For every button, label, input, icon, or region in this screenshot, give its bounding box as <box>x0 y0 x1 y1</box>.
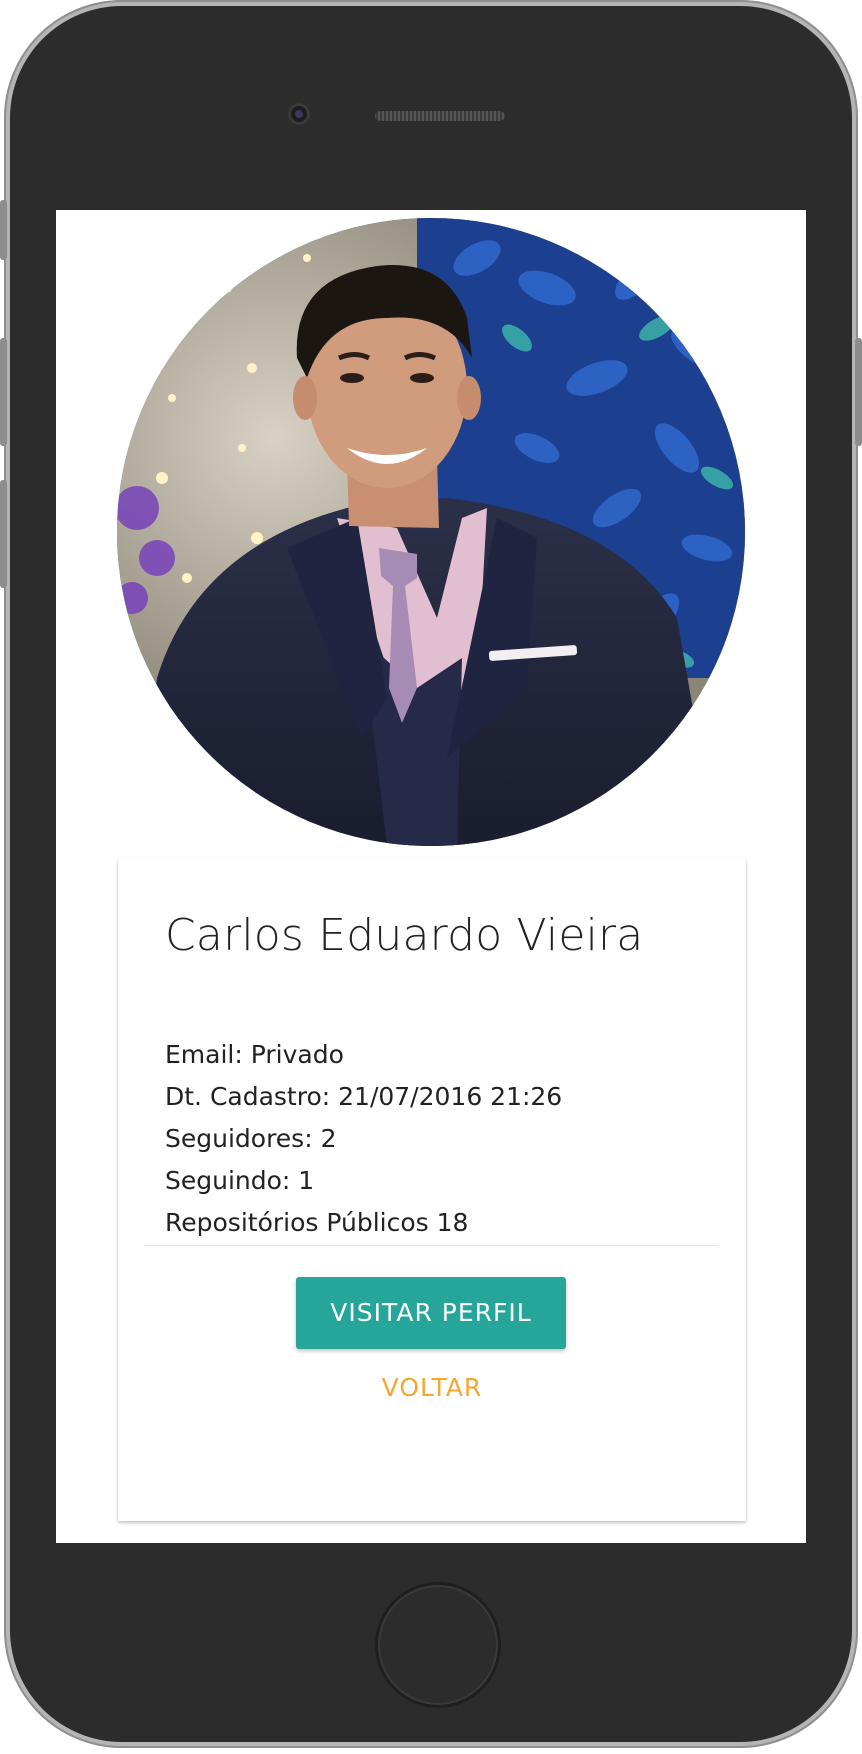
registered-date-text: Dt. Cadastro: 21/07/2016 21:26 <box>165 1082 563 1111</box>
profile-name: Carlos Eduardo Vieira <box>165 910 644 961</box>
profile-info: Email: Privado Dt. Cadastro: 21/07/2016 … <box>165 1034 562 1244</box>
avatar <box>117 218 745 846</box>
public-repos-text: Repositórios Públicos 18 <box>165 1208 469 1237</box>
visit-profile-button[interactable]: VISITAR PERFIL <box>296 1277 566 1349</box>
followers-text: Seguidores: 2 <box>165 1124 337 1153</box>
power-button <box>855 338 862 446</box>
speaker-grille <box>374 110 506 122</box>
volume-down-button <box>0 480 7 588</box>
home-button[interactable] <box>375 1582 501 1708</box>
card-divider <box>144 1245 718 1246</box>
mute-switch <box>0 200 7 260</box>
profile-card: Carlos Eduardo Vieira Email: Privado Dt.… <box>118 858 746 1521</box>
following-text: Seguindo: 1 <box>165 1166 315 1195</box>
front-camera-icon <box>288 103 310 125</box>
avatar-photo <box>117 218 745 846</box>
app-screen: Carlos Eduardo Vieira Email: Privado Dt.… <box>56 210 806 1543</box>
back-button[interactable]: VOLTAR <box>332 1363 532 1413</box>
email-text: Email: Privado <box>165 1040 344 1069</box>
volume-up-button <box>0 338 7 446</box>
